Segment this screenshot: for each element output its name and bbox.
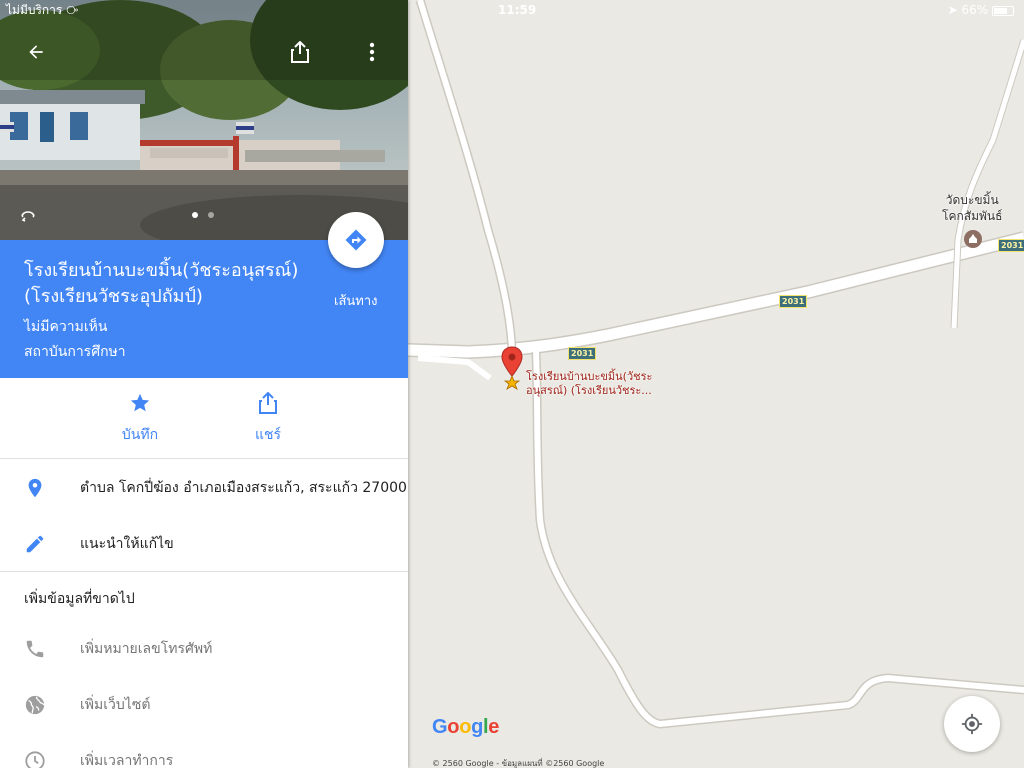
place-category: สถาบันการศึกษา xyxy=(24,344,126,360)
place-title: โรงเรียนบ้านบะขมิ้น(วัชระอนุสรณ์) (โรงเร… xyxy=(24,260,299,307)
add-website-row[interactable]: เพิ่มเว็บไซต์ xyxy=(0,677,408,733)
phone-icon xyxy=(26,640,44,658)
more-options-button[interactable] xyxy=(360,40,384,64)
clock-icon xyxy=(25,751,45,768)
globe-icon xyxy=(25,695,45,715)
back-button[interactable] xyxy=(24,40,48,64)
address-row[interactable]: ตำบล โคกปี่ฆ้อง อำเภอเมืองสระแก้ว, สระแก… xyxy=(0,460,408,516)
directions-turn-icon xyxy=(345,229,367,251)
temple-icon[interactable] xyxy=(964,230,982,248)
review-summary[interactable]: ไม่มีความเห็น xyxy=(24,316,107,338)
status-carrier: ไม่มีบริการ ⧂ xyxy=(6,3,79,17)
divider xyxy=(0,571,408,572)
status-time: 11:59 xyxy=(498,3,537,17)
share-icon xyxy=(291,41,309,63)
wifi-off-icon: ⧂ xyxy=(66,3,79,17)
star-icon xyxy=(130,393,150,412)
street-view-icon[interactable] xyxy=(20,208,36,227)
my-location-icon xyxy=(961,713,983,735)
divider xyxy=(0,458,408,459)
location-arrow-icon: ➤ xyxy=(947,3,958,17)
place-photo[interactable] xyxy=(0,0,408,240)
share-button[interactable]: แชร์ xyxy=(228,391,308,446)
directions-button[interactable] xyxy=(328,212,384,268)
save-label: บันทึก xyxy=(121,427,159,443)
app-root: 2031 2031 2031 วัดบะขมิ้น โคกสัมพันธ์ โร… xyxy=(0,0,1024,768)
route-shield: 2031 xyxy=(568,347,597,360)
suggest-edit-row[interactable]: แนะนำให้แก้ไข xyxy=(0,516,408,572)
add-phone-row[interactable]: เพิ่มหมายเลขโทรศัพท์ xyxy=(0,621,408,677)
google-logo: Google xyxy=(432,716,500,738)
route-shield: 2031 xyxy=(779,295,808,308)
place-panel: โรงเรียนบ้านบะขมิ้น(วัชระอนุสรณ์) (โรงเร… xyxy=(0,0,408,768)
share-top-button[interactable] xyxy=(288,40,312,64)
directions-label[interactable]: เส้นทาง xyxy=(334,290,377,311)
map-copyright: © 2560 Google - ข้อมูลแผนที่ ©2560 Googl… xyxy=(432,759,605,768)
map-view[interactable]: 2031 2031 2031 วัดบะขมิ้น โคกสัมพันธ์ โร… xyxy=(408,0,1024,768)
place-pin-icon[interactable] xyxy=(500,346,524,398)
location-pin-icon xyxy=(28,478,42,498)
save-button[interactable]: บันทึก xyxy=(100,392,180,446)
missing-info-heading: เพิ่มข้อมูลที่ขาดไป xyxy=(24,591,135,607)
battery-icon xyxy=(992,5,1014,16)
share-label: แชร์ xyxy=(254,427,282,443)
address-text: ตำบล โคกปี่ฆ้อง อำเภอเมืองสระแก้ว, สระแก… xyxy=(80,480,407,496)
my-location-button[interactable] xyxy=(944,696,1000,752)
pencil-icon xyxy=(26,535,44,553)
route-shield: 2031 xyxy=(998,239,1024,252)
add-hours-row[interactable]: เพิ่มเวลาทำการ xyxy=(0,733,408,768)
poi-temple-label[interactable]: วัดบะขมิ้น โคกสัมพันธ์ xyxy=(942,192,1002,224)
add-website-text: เพิ่มเว็บไซต์ xyxy=(80,697,151,713)
street-photo xyxy=(0,0,408,240)
pin-label: โรงเรียนบ้านบะขมิ้น(วัชระ อนุสรณ์) (โรงเ… xyxy=(526,370,653,397)
status-battery: ➤ 66% xyxy=(948,0,1014,20)
share-icon xyxy=(259,391,277,414)
add-phone-text: เพิ่มหมายเลขโทรศัพท์ xyxy=(80,641,213,657)
arrow-left-icon xyxy=(29,45,43,59)
suggest-edit-text: แนะนำให้แก้ไข xyxy=(80,536,174,552)
more-vert-icon xyxy=(369,42,375,62)
photo-pager[interactable] xyxy=(192,212,214,218)
add-hours-text: เพิ่มเวลาทำการ xyxy=(80,753,174,768)
